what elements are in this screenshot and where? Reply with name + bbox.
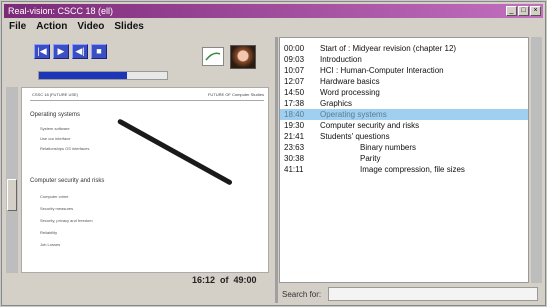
play-button[interactable]: ▶ <box>53 44 69 59</box>
toc-time: 00:00 <box>284 44 305 53</box>
slide-bullet: System software <box>40 126 70 131</box>
toc-title: Start of : Midyear revision (chapter 12) <box>320 44 457 53</box>
speaker-video-thumbnail[interactable] <box>230 45 256 69</box>
menu-slides[interactable]: Slides <box>114 19 143 35</box>
toc-title: Parity <box>360 154 381 163</box>
toc-time: 19:30 <box>284 121 305 130</box>
toc-scrollbar[interactable] <box>531 37 542 283</box>
toc-title: Binary numbers <box>360 143 417 152</box>
close-button[interactable]: × <box>530 6 541 16</box>
toc-time: 30:38 <box>284 154 305 163</box>
toc-time: 17:38 <box>284 99 305 108</box>
player-pane: |◀ ▶ ◀| ■ CSSC 18 (FUTURE USE) FUTURE OF… <box>6 37 270 287</box>
slide-bullet: Relationships OS interfaces <box>40 146 90 151</box>
time-readout: 16:12 of 49:00 <box>192 275 257 285</box>
minimize-button[interactable]: _ <box>506 6 517 16</box>
toc-time: 41:11 <box>284 165 304 174</box>
slide-heading-security: Computer security and risks <box>30 178 105 184</box>
skip-back-button[interactable]: |◀ <box>34 44 50 59</box>
window-title: Real-vision: CSCC 18 (ell) <box>8 6 114 16</box>
toc-time: 21:41 <box>284 132 305 141</box>
pointer-pen-icon <box>116 118 233 186</box>
title-bar: Real-vision: CSCC 18 (ell) _ □ × <box>4 4 543 18</box>
menu-file[interactable]: File <box>9 19 26 35</box>
toc-title: Graphics <box>320 99 353 108</box>
toc-title: Computer security and risks <box>320 121 420 130</box>
toc-time: 14:50 <box>284 88 305 97</box>
slide-bullet: Job Losses <box>40 242 61 247</box>
progress-fill <box>39 72 128 79</box>
pane-splitter[interactable] <box>275 37 278 303</box>
toc-row[interactable]: 17:38 Graphics <box>280 98 528 109</box>
toc-time: 10:07 <box>284 66 305 75</box>
toc-time: 09:03 <box>284 55 305 64</box>
slide-bullet: Use our interface <box>40 136 71 141</box>
slide-scrollbar[interactable] <box>6 87 18 273</box>
slide-header-right: FUTURE OF Computer Studies <box>207 92 264 97</box>
menu-bar: File Action Video Slides <box>4 19 543 35</box>
slide-divider <box>30 100 264 101</box>
toc-row[interactable]: 18:40 Operating systems <box>280 109 528 120</box>
stop-button[interactable]: ■ <box>91 44 107 59</box>
toc-title: Hardware basics <box>320 77 380 86</box>
slide-thumbnail-icon[interactable] <box>202 47 224 66</box>
toc-time: 12:07 <box>284 77 305 86</box>
slide-heading-operating-systems: Operating systems <box>30 112 81 118</box>
playback-controls: |◀ ▶ ◀| ■ <box>34 44 107 59</box>
slide-bullet: Reliability <box>40 230 58 235</box>
slide-bullet: Security measures <box>40 206 74 211</box>
slide-view: CSSC 18 (FUTURE USE) FUTURE OF Computer … <box>21 87 269 273</box>
toc-row[interactable]: 21:41 Students' questions <box>280 131 528 142</box>
maximize-button[interactable]: □ <box>518 6 529 16</box>
search-label: Search for: <box>282 290 322 299</box>
toc-title: Image compression, file sizes <box>360 165 465 174</box>
toc-title: Introduction <box>320 55 362 64</box>
toc-title: Operating systems <box>320 110 387 119</box>
progress-bar[interactable] <box>38 71 168 80</box>
toc-list: 00:00 Start of : Midyear revision (chapte… <box>280 43 528 175</box>
toc-row[interactable]: 23:63 Binary numbers <box>280 142 528 153</box>
skip-forward-button[interactable]: ◀| <box>72 44 88 59</box>
search-input[interactable] <box>328 287 538 301</box>
toc-row[interactable]: 10:07 HCI : Human-Computer Interaction <box>280 65 528 76</box>
slide-bullet: Security, privacy and freedom <box>40 218 93 223</box>
toc-title: HCI : Human-Computer Interaction <box>320 66 444 75</box>
slide-header-left: CSSC 18 (FUTURE USE) <box>32 92 79 97</box>
slide-bullet: Computer crime <box>40 194 69 199</box>
toc-row[interactable]: 00:00 Start of : Midyear revision (chapte… <box>280 43 528 54</box>
toc-time: 18:40 <box>284 110 305 119</box>
menu-video[interactable]: Video <box>77 19 104 35</box>
toc-pane: 00:00 Start of : Midyear revision (chapte… <box>279 37 529 283</box>
slide-scrollbar-thumb[interactable] <box>7 179 17 211</box>
toc-row[interactable]: 30:38 Parity <box>280 153 528 164</box>
toc-title: Word processing <box>320 88 380 97</box>
toc-time: 23:63 <box>284 143 305 152</box>
toc-title: Students' questions <box>320 132 390 141</box>
toc-row[interactable]: 14:50 Word processing <box>280 87 528 98</box>
toc-row[interactable]: 19:30 Computer security and risks <box>280 120 528 131</box>
toc-row[interactable]: 09:03 Introduction <box>280 54 528 65</box>
toc-row[interactable]: 41:11 Image compression, file sizes <box>280 164 528 175</box>
toc-row[interactable]: 12:07 Hardware basics <box>280 76 528 87</box>
menu-action[interactable]: Action <box>36 19 67 35</box>
